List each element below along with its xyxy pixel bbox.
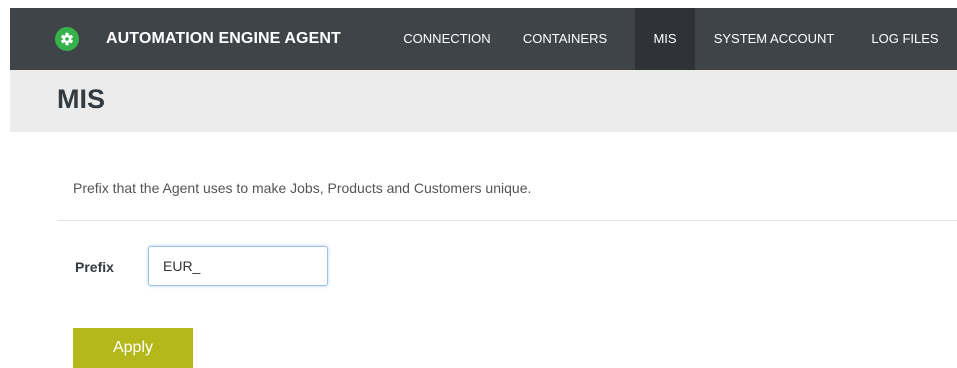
prefix-label: Prefix <box>75 259 114 275</box>
nav-item-containers[interactable]: CONTAINERS <box>516 8 614 70</box>
app-title: AUTOMATION ENGINE AGENT <box>106 30 341 47</box>
prefix-input[interactable] <box>148 246 328 286</box>
page-description: Prefix that the Agent uses to make Jobs,… <box>73 180 532 196</box>
page-header: MIS <box>10 70 957 132</box>
nav-item-mis[interactable]: MIS <box>635 8 695 70</box>
nav-item-log-files[interactable]: LOG FILES <box>863 8 947 70</box>
gear-icon <box>55 27 79 51</box>
nav-item-system-account[interactable]: SYSTEM ACCOUNT <box>710 8 838 70</box>
page-title: MIS <box>57 84 106 114</box>
top-navigation-bar: AUTOMATION ENGINE AGENT CONNECTION CONTA… <box>10 8 957 70</box>
nav-item-connection[interactable]: CONNECTION <box>400 8 494 70</box>
divider <box>57 220 957 221</box>
apply-button[interactable]: Apply <box>73 328 193 368</box>
